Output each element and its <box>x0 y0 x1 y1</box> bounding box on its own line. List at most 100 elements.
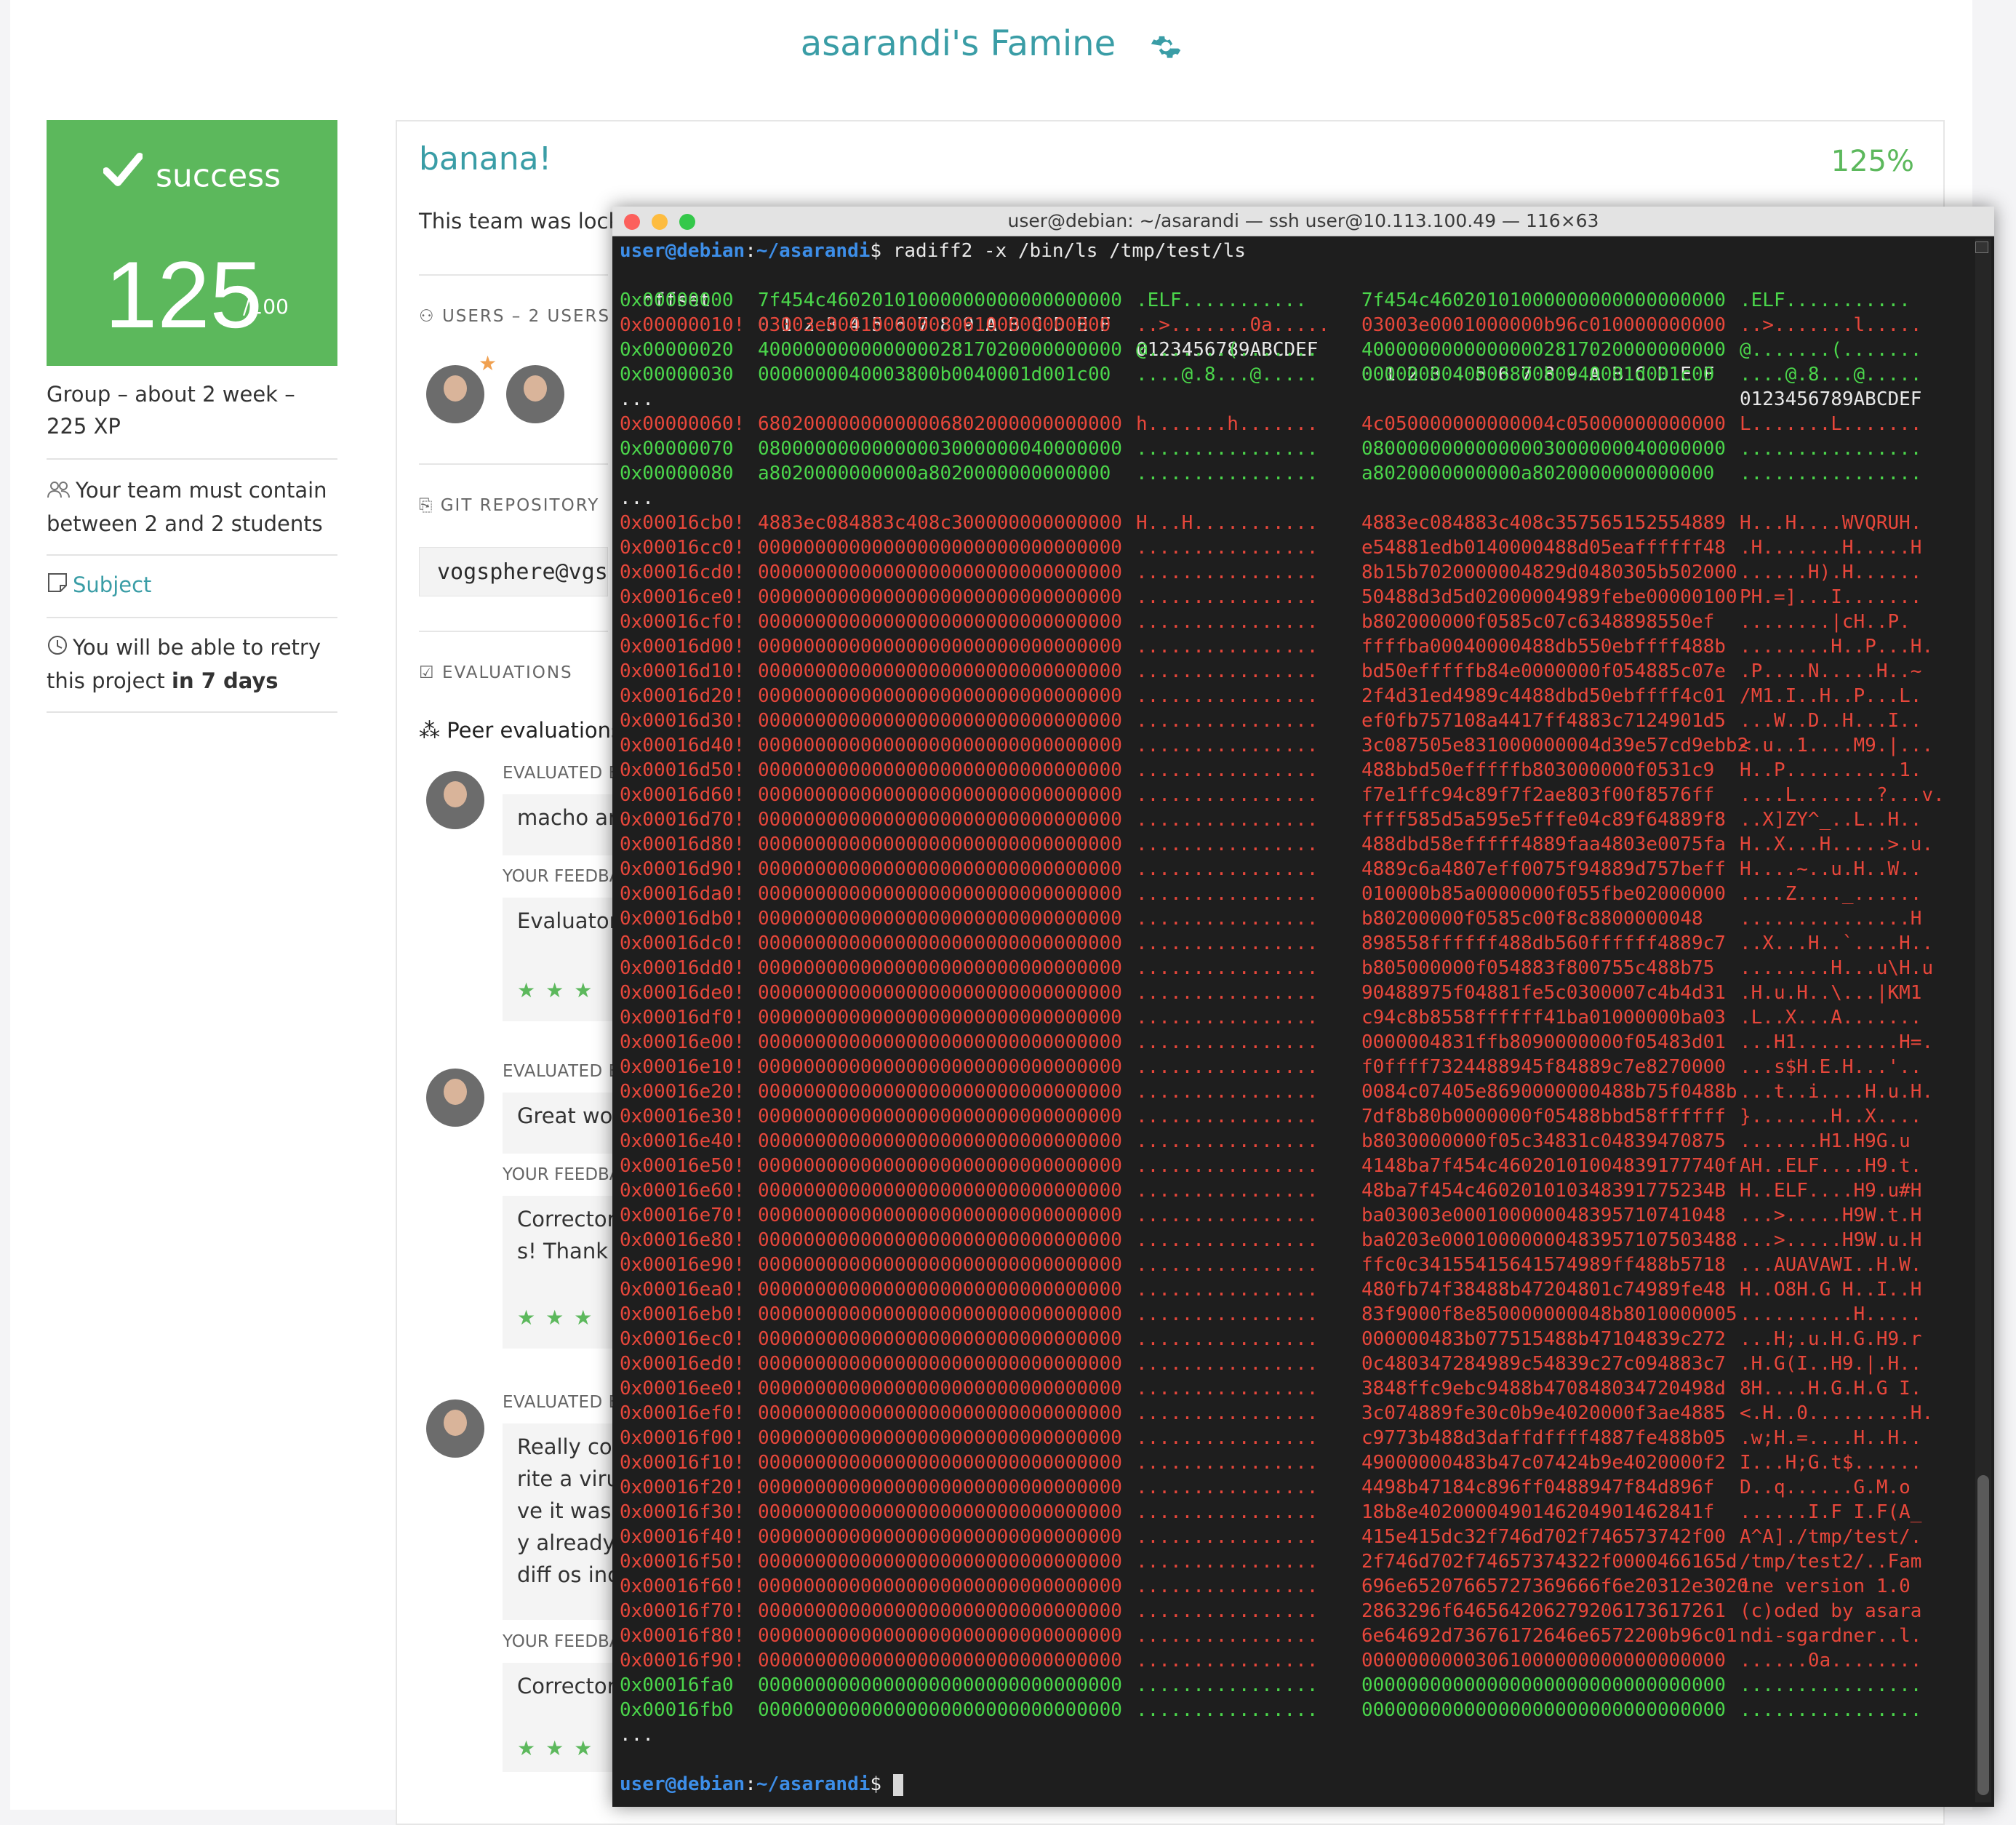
hex-left: 0000000040003800b0040001d001c00 <box>758 364 1111 386</box>
ascii-right: @.......(....... <box>1740 339 1922 361</box>
ascii-right: .H.G(I..H9.|.H.. <box>1740 1353 1922 1375</box>
prompt-user: user@debian <box>620 240 745 262</box>
hex-right: 00000000000000000000000000000000 <box>1361 1699 1726 1721</box>
ascii-left: ................ <box>1136 834 1319 855</box>
scrollbar-thumb[interactable] <box>1977 1475 1989 1795</box>
evaluator-avatar[interactable] <box>426 1399 484 1458</box>
row-offset: 0x00016fa0 <box>620 1674 734 1696</box>
ascii-right: ...t..i....H.u.H. <box>1740 1081 1934 1103</box>
row-offset: 0x00016f00! <box>620 1427 745 1449</box>
hex-right: 50488d3d5d02000004989febe00000100 <box>1361 586 1737 608</box>
row-offset: 0x00016e70! <box>620 1205 745 1226</box>
diff-row: 0x00016ee0! 00000000000000000000000000000… <box>620 1376 1972 1401</box>
row-offset: 0x00000080 <box>620 463 734 484</box>
hex-right: b805000000f054883f800755c488b75 <box>1361 957 1715 979</box>
row-offset: 0x00016ed0! <box>620 1353 745 1375</box>
diff-row: 0x00016e30! 00000000000000000000000000000… <box>620 1104 1972 1129</box>
hex-right: ffffba00040000488db550ebffff488b <box>1361 636 1726 658</box>
row-offset: 0x00016cd0! <box>620 562 745 583</box>
diff-row: 0x00016d20! 00000000000000000000000000000… <box>620 684 1972 708</box>
hex-right: 4883ec084883c408c357565152554889 <box>1361 512 1726 534</box>
row-offset: 0x00016e80! <box>620 1229 745 1251</box>
avatar[interactable] <box>506 365 564 423</box>
row-offset: 0x00016d90! <box>620 858 745 880</box>
row-offset: 0x00016dd0! <box>620 957 745 979</box>
ascii-right: ...H;.u.H.G.H9.r <box>1740 1328 1922 1350</box>
hex-left: 00000000000000000000000000000000 <box>758 759 1122 781</box>
hex-right: 18b8e4020000490146204901462841f <box>1361 1501 1715 1523</box>
ascii-left: ................ <box>1136 1600 1319 1622</box>
ascii-left: ................ <box>1136 1155 1319 1177</box>
terminal-cursor <box>892 1773 903 1796</box>
hex-right: 4c050000000000004c05000000000000 <box>1361 413 1726 435</box>
gear-icon[interactable] <box>1150 31 1182 65</box>
score-max: /100 <box>243 295 289 319</box>
terminal-titlebar[interactable]: user@debian: ~/asarandi — ssh user@10.11… <box>612 207 1994 236</box>
hex-right: 8b15b7020000004829d0480305b502000 <box>1361 562 1737 583</box>
avatar[interactable] <box>426 365 484 423</box>
hex-right: 7f454c46020101000000000000000000 <box>1361 289 1726 311</box>
row-offset: 0x00016d20! <box>620 685 745 707</box>
hex-right: c94c8b8558ffffff41ba01000000ba03 <box>1361 1007 1726 1029</box>
row-offset: 0x00016d70! <box>620 809 745 831</box>
ascii-left: ................ <box>1136 1180 1319 1202</box>
ascii-left: ................ <box>1136 1229 1319 1251</box>
ascii-right: L.......L....... <box>1740 413 1922 435</box>
ascii-right: ..........H..... <box>1740 1303 1922 1325</box>
evaluator-avatar[interactable] <box>426 1069 484 1127</box>
row-offset: 0x00016cb0! <box>620 512 745 534</box>
hex-right: 898558ffffff488db560ffffff4889c7 <box>1361 933 1726 954</box>
ascii-right: D..q......G.M.o <box>1740 1477 1911 1498</box>
hex-left: a8020000000000a8020000000000000 <box>758 463 1111 484</box>
clock-icon <box>47 633 68 665</box>
hex-left: 00000000000000000000000000000000 <box>758 1427 1122 1449</box>
diff-row: 0x00016d70! 00000000000000000000000000000… <box>620 807 1972 832</box>
hex-left: 00000000000000000000000000000000 <box>758 1254 1122 1276</box>
diff-row: 0x00016ec0! 00000000000000000000000000000… <box>620 1327 1972 1351</box>
repo-url-field[interactable]: vogsphere@vgs <box>419 547 608 596</box>
diff-row: 0x00016f00! 00000000000000000000000000000… <box>620 1426 1972 1450</box>
row-offset: 0x00016f30! <box>620 1501 745 1523</box>
diff-row: 0x00016eb0! 00000000000000000000000000000… <box>620 1302 1972 1327</box>
ascii-left: ................ <box>1136 982 1319 1004</box>
terminal-window[interactable]: user@debian: ~/asarandi — ssh user@10.11… <box>612 207 1994 1807</box>
diff-row: ... <box>620 1722 1972 1747</box>
row-offset: 0x00016db0! <box>620 908 745 930</box>
ascii-right: ...s$H.E.H...'.. <box>1740 1056 1922 1078</box>
diff-row: 0x00016db0! 00000000000000000000000000000… <box>620 906 1972 931</box>
hex-right: 4148ba7f454c46020101004839177740f <box>1361 1155 1737 1177</box>
hex-right: a8020000000000a8020000000000000 <box>1361 463 1715 484</box>
hex-right: 48ba7f454c460201010348391775234B <box>1361 1180 1726 1202</box>
divider <box>419 463 608 465</box>
diff-row: 0x00000060! 68020000000000006802000000000… <box>620 412 1972 436</box>
hex-right: 415e415dc32f746d702f746573742f00 <box>1361 1526 1726 1548</box>
hex-right: 7df8b80b0000000f05488bbd58ffffff <box>1361 1106 1726 1127</box>
hex-left: 00000000000000000000000000000000 <box>758 1353 1122 1375</box>
diff-row: 0x00016d40! 00000000000000000000000000000… <box>620 733 1972 758</box>
ascii-right: <.u..1....M9.|... <box>1740 735 1934 756</box>
terminal-output[interactable]: user@debian:~/asarandi$ radiff2 -x /bin/… <box>620 239 1972 1802</box>
ascii-right: ..>.......l..... <box>1740 314 1922 336</box>
evaluator-avatar[interactable] <box>426 771 484 829</box>
diff-row: 0x00016ef0! 00000000000000000000000000000… <box>620 1401 1972 1426</box>
ascii-right: ndi-sgardner..l. <box>1740 1625 1922 1647</box>
ascii-right: PH.=]...I....... <box>1740 586 1922 608</box>
terminal-menu-button[interactable] <box>1975 241 1988 253</box>
hex-right: 00000000000000000000000000000000 <box>1361 1674 1726 1696</box>
terminal-scrollbar[interactable] <box>1975 239 1991 1802</box>
hex-right: 2863296f646564206279206173617261 <box>1361 1600 1726 1622</box>
feedback-rating: ★★★ <box>517 1736 603 1760</box>
hex-left: 00000000000000000000000000000000 <box>758 1031 1122 1053</box>
feedback-rating: ★★★ <box>517 1306 603 1330</box>
hex-right: 00000000003061000000000000000000 <box>1361 1650 1726 1672</box>
ascii-right: .w;H.=....H..H.. <box>1740 1427 1922 1449</box>
ascii-left: ................ <box>1136 685 1319 707</box>
command-text: $ radiff2 -x /bin/ls /tmp/test/ls <box>870 240 1246 262</box>
subject-link[interactable]: Subject <box>73 572 151 597</box>
divider <box>47 711 337 713</box>
ascii-right: <.H..0.........H. <box>1740 1402 1934 1424</box>
hex-right: 0000004831ffb8090000000f05483d01 <box>1361 1031 1726 1053</box>
subject-row[interactable]: Subject <box>47 569 337 602</box>
hex-right: 3848ffc9ebc9488b470848034720498d <box>1361 1378 1726 1399</box>
ascii-left: ................ <box>1136 1056 1319 1078</box>
